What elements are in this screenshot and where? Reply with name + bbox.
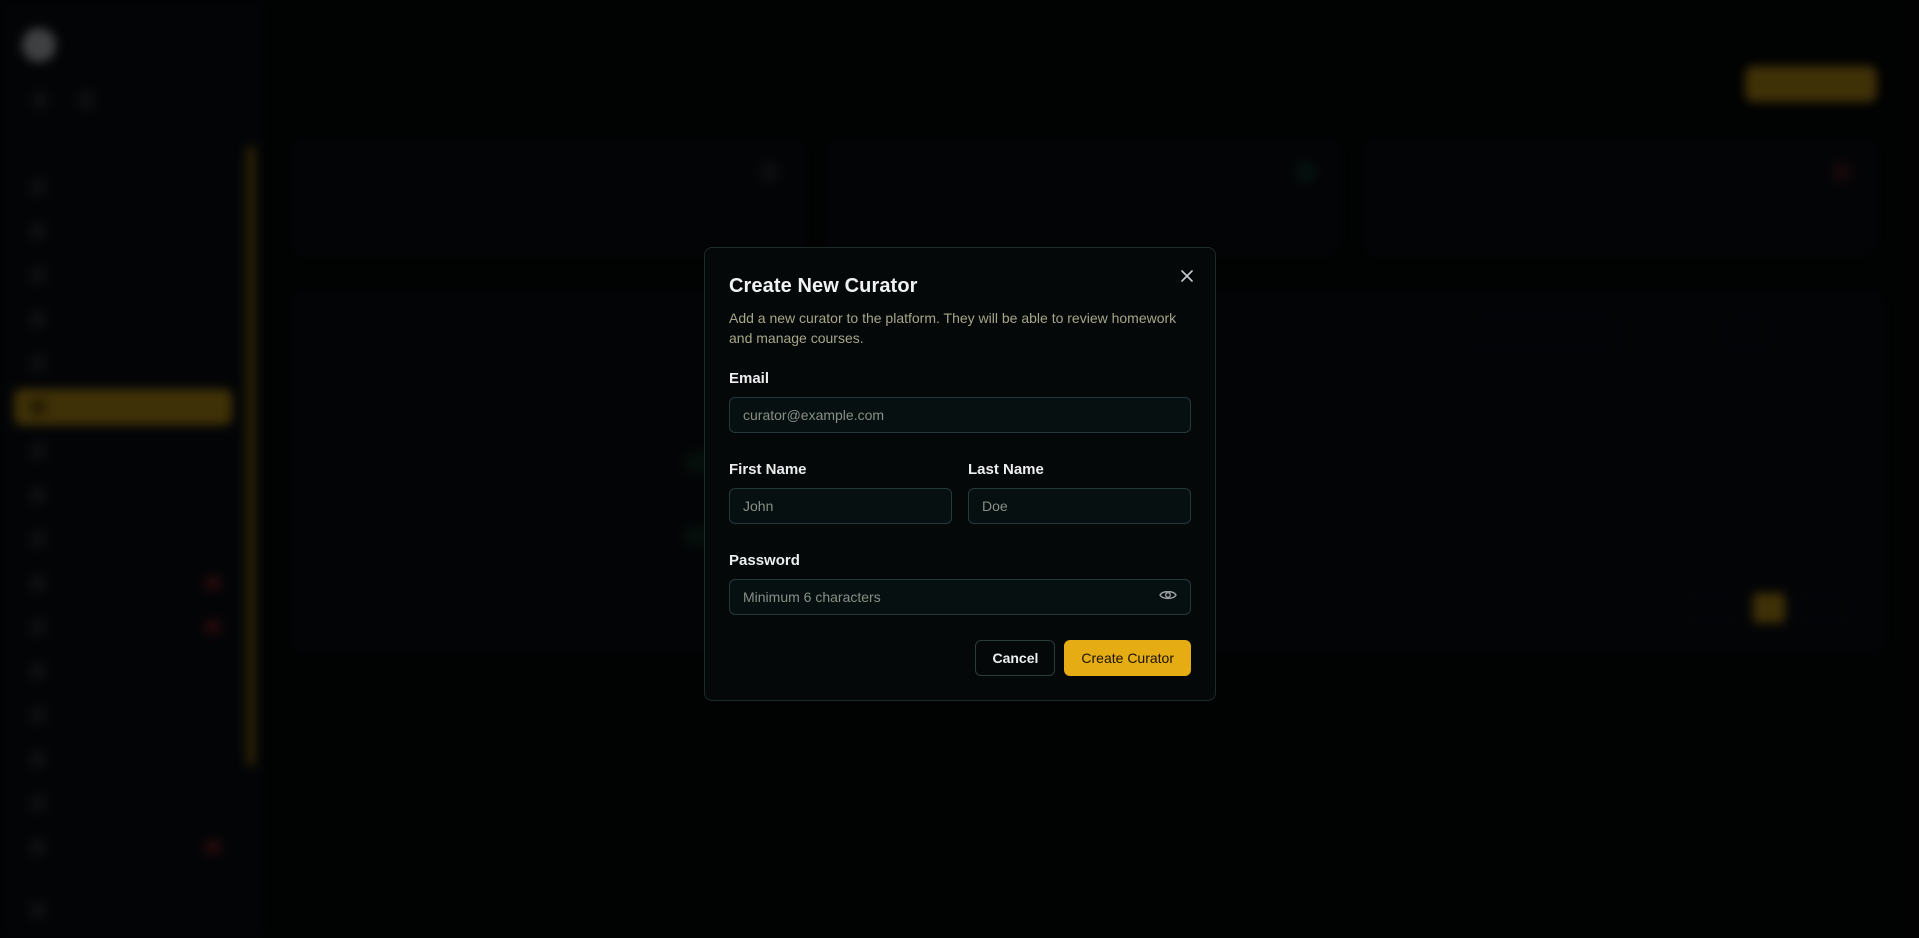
eye-icon[interactable] xyxy=(1159,588,1177,602)
last-name-input[interactable] xyxy=(968,488,1191,524)
last-name-label: Last Name xyxy=(968,461,1044,478)
close-button[interactable] xyxy=(1177,266,1197,286)
cancel-button[interactable]: Cancel xyxy=(975,640,1056,676)
last-name-group: Last Name xyxy=(968,461,1191,524)
email-input[interactable] xyxy=(729,397,1191,433)
create-curator-dialog: Create New Curator Add a new curator to … xyxy=(704,247,1216,701)
email-group: Email xyxy=(729,370,1191,433)
close-icon xyxy=(1181,270,1193,282)
first-name-label: First Name xyxy=(729,461,807,478)
dialog-title: Create New Curator xyxy=(729,275,918,297)
email-label: Email xyxy=(729,370,770,387)
dialog-description: Add a new curator to the platform. They … xyxy=(729,310,1177,346)
create-curator-button[interactable]: Create Curator xyxy=(1064,640,1191,676)
password-group: Password xyxy=(729,552,1191,615)
password-wrapper xyxy=(729,569,1191,615)
name-row: First Name Last Name xyxy=(729,461,1191,524)
first-name-input[interactable] xyxy=(729,488,952,524)
password-label: Password xyxy=(729,552,800,569)
dialog-actions: Cancel Create Curator xyxy=(975,640,1191,676)
password-input[interactable] xyxy=(729,579,1191,615)
first-name-group: First Name xyxy=(729,461,952,524)
